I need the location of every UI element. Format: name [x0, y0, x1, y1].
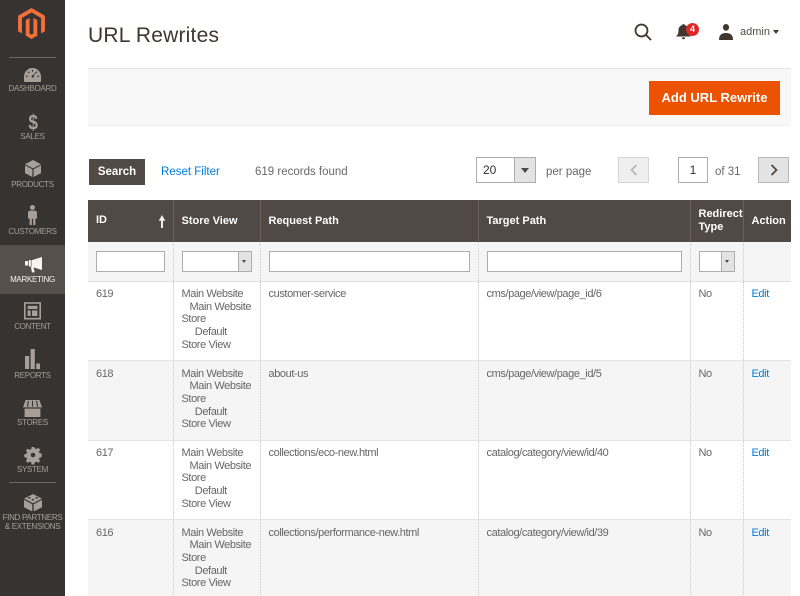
svg-text:$: $ — [28, 113, 38, 131]
